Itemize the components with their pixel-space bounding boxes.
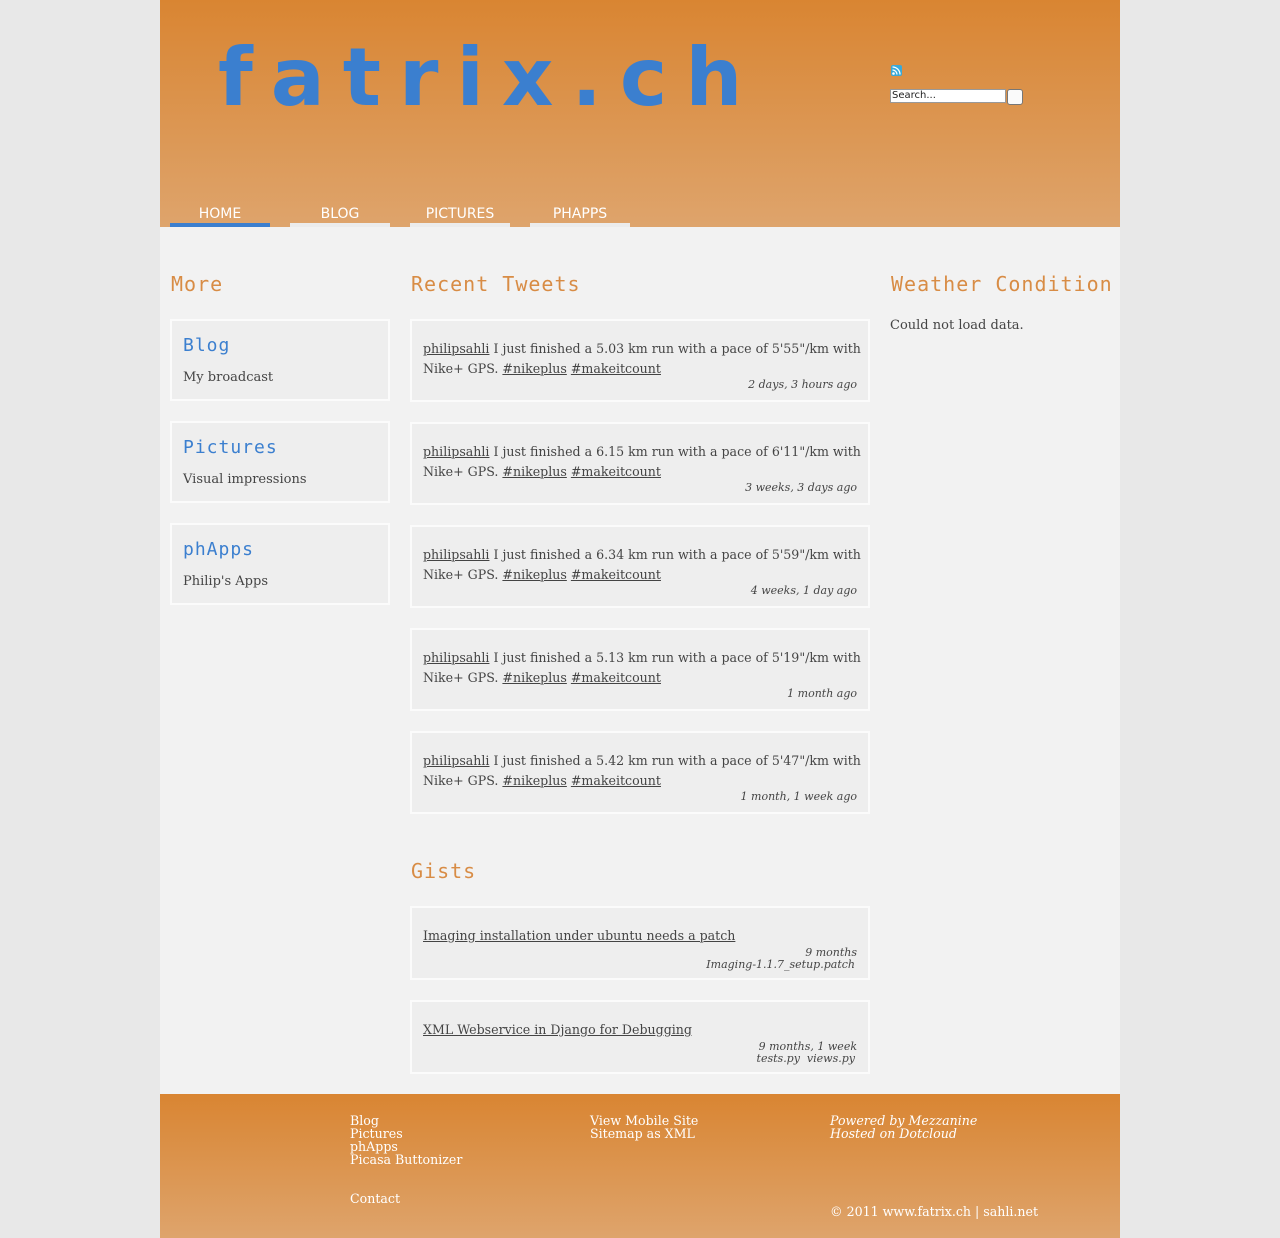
tweet-time: 3 weeks, 3 days ago [745, 481, 857, 494]
weather-text: Could not load data. [890, 318, 1024, 333]
hashtag-link[interactable]: #nikeplus [502, 567, 566, 582]
tweet-text: philipsahli I just finished a 5.13 km ru… [423, 648, 863, 688]
gist-item: Imaging installation under ubuntu needs … [410, 906, 870, 980]
more-item-desc: Philip's Apps [183, 574, 268, 589]
tweet-time: 2 days, 3 hours ago [748, 378, 857, 391]
gist-files[interactable]: Imaging-1.1.7_setup.patch [706, 958, 855, 971]
tweet-item: philipsahli I just finished a 6.34 km ru… [410, 525, 870, 608]
header: fatrix.ch Home Blog Pictures phApps [160, 0, 1120, 227]
footer-links: Blog Pictures phApps Picasa Buttonizer [350, 1114, 462, 1166]
tweet-time: 1 month ago [787, 687, 857, 700]
more-item-phapps[interactable]: phApps Philip's Apps [170, 523, 390, 605]
gists-heading: Gists [411, 859, 477, 883]
tweets-heading: Recent Tweets [411, 272, 581, 296]
hashtag-link[interactable]: #makeitcount [571, 773, 661, 788]
tweet-text: philipsahli I just finished a 5.03 km ru… [423, 339, 863, 379]
tweet-time: 1 month, 1 week ago [740, 790, 857, 803]
tweet-item: philipsahli I just finished a 6.15 km ru… [410, 422, 870, 505]
nav-pictures[interactable]: Pictures [410, 203, 510, 227]
footer-credits: Powered by Mezzanine Hosted on Dotcloud [830, 1114, 977, 1140]
gist-link[interactable]: Imaging installation under ubuntu needs … [423, 928, 735, 943]
hashtag-link[interactable]: #makeitcount [571, 464, 661, 479]
hashtag-link[interactable]: #makeitcount [571, 361, 661, 376]
tweet-item: philipsahli I just finished a 5.13 km ru… [410, 628, 870, 711]
footer-copyright: © 2011 www.fatrix.ch | sahli.net [830, 1204, 1039, 1219]
tweet-user-link[interactable]: philipsahli [423, 547, 489, 562]
hashtag-link[interactable]: #makeitcount [571, 670, 661, 685]
hashtag-link[interactable]: #makeitcount [571, 567, 661, 582]
gist-link[interactable]: XML Webservice in Django for Debugging [423, 1022, 692, 1037]
site-logo[interactable]: fatrix.ch [218, 38, 760, 118]
search-button[interactable] [1007, 89, 1023, 105]
hashtag-link[interactable]: #nikeplus [502, 361, 566, 376]
tweet-item: philipsahli I just finished a 5.03 km ru… [410, 319, 870, 402]
footer-link-sitemap[interactable]: Sitemap as XML [590, 1127, 698, 1140]
footer-mobile-links: View Mobile Site Sitemap as XML [590, 1114, 698, 1140]
footer-hosted[interactable]: Hosted on Dotcloud [830, 1127, 977, 1140]
hashtag-link[interactable]: #nikeplus [502, 773, 566, 788]
more-item-pictures[interactable]: Pictures Visual impressions [170, 421, 390, 503]
nav-blog[interactable]: Blog [290, 203, 390, 227]
tweet-user-link[interactable]: philipsahli [423, 341, 489, 356]
hashtag-link[interactable]: #nikeplus [502, 464, 566, 479]
tweet-text: philipsahli I just finished a 5.42 km ru… [423, 751, 863, 791]
tweet-text: philipsahli I just finished a 6.34 km ru… [423, 545, 863, 585]
footer-link-picasa[interactable]: Picasa Buttonizer [350, 1153, 462, 1166]
more-item-title[interactable]: Pictures [183, 437, 278, 458]
tweet-item: philipsahli I just finished a 5.42 km ru… [410, 731, 870, 814]
weather-heading: Weather Condition [891, 272, 1113, 296]
more-item-desc: My broadcast [183, 370, 274, 385]
gist-files[interactable]: tests.py views.py [757, 1052, 855, 1065]
tweet-user-link[interactable]: philipsahli [423, 444, 489, 459]
tweet-time: 4 weeks, 1 day ago [750, 584, 857, 597]
more-heading: More [171, 272, 224, 296]
rss-feed-icon[interactable] [891, 65, 902, 76]
tweet-user-link[interactable]: philipsahli [423, 753, 489, 768]
nav-home[interactable]: Home [170, 203, 270, 227]
footer-link-contact[interactable]: Contact [350, 1192, 400, 1205]
more-item-title[interactable]: Blog [183, 335, 230, 356]
tweet-user-link[interactable]: philipsahli [423, 650, 489, 665]
footer: Blog Pictures phApps Picasa Buttonizer C… [160, 1094, 1120, 1238]
page: fatrix.ch Home Blog Pictures phApps More… [160, 0, 1120, 1238]
more-item-title[interactable]: phApps [183, 539, 254, 560]
search-input[interactable] [890, 89, 1006, 103]
hashtag-link[interactable]: #nikeplus [502, 670, 566, 685]
more-item-desc: Visual impressions [183, 472, 307, 487]
gist-item: XML Webservice in Django for Debugging 9… [410, 1000, 870, 1074]
nav-phapps[interactable]: phApps [530, 203, 630, 227]
more-item-blog[interactable]: Blog My broadcast [170, 319, 390, 401]
tweet-text: philipsahli I just finished a 6.15 km ru… [423, 442, 863, 482]
